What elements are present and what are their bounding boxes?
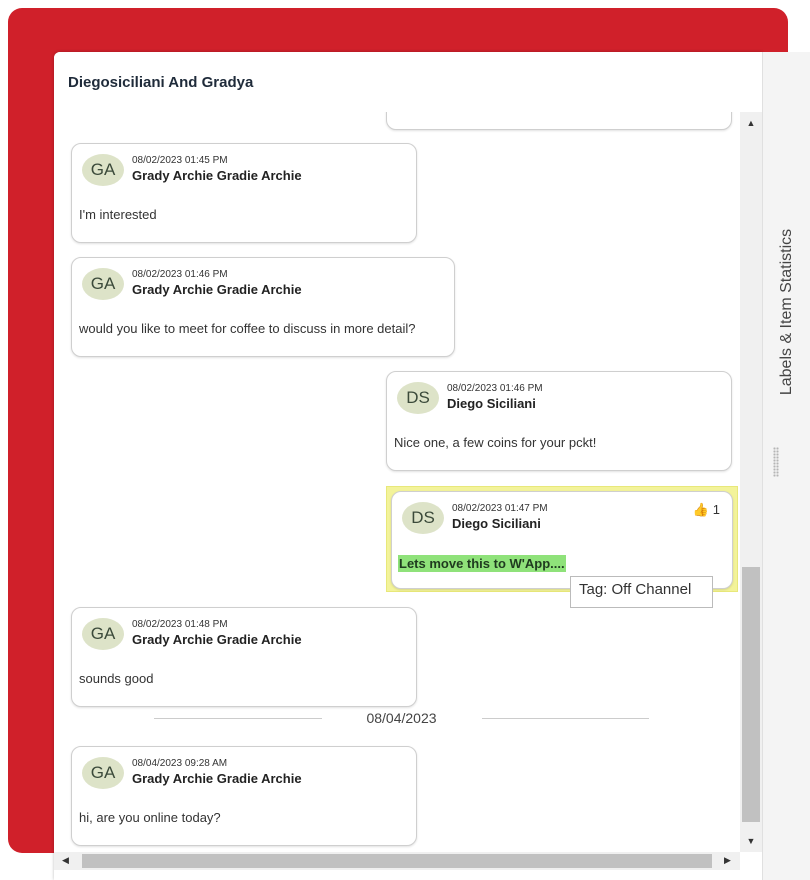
vertical-scroll-thumb[interactable] — [742, 567, 760, 822]
message-sender: Diego Siciliani — [447, 396, 536, 411]
message-sender: Grady Archie Gradie Archie — [132, 282, 302, 297]
resize-grip-icon[interactable] — [773, 447, 779, 477]
message-card[interactable]: GA 08/04/2023 09:28 AM Grady Archie Grad… — [71, 746, 417, 846]
message-card[interactable]: GA 08/02/2023 01:45 PM Grady Archie Grad… — [71, 143, 417, 243]
side-panel-label[interactable]: Labels & Item Statistics — [778, 229, 796, 395]
message-sender: Grady Archie Gradie Archie — [132, 771, 302, 786]
thumbs-up-icon: 👍 — [692, 502, 709, 517]
avatar: DS — [402, 502, 444, 534]
message-timestamp: 08/02/2023 01:46 PM — [447, 383, 543, 394]
avatar: GA — [82, 268, 124, 300]
message-sender: Grady Archie Gradie Archie — [132, 168, 302, 183]
scroll-right-icon[interactable]: ▶ — [724, 855, 731, 866]
horizontal-scrollbar[interactable]: ◀ ▶ — [54, 852, 740, 870]
conversation-title: Diegosiciliani And Gradya — [68, 74, 254, 91]
message-timestamp: 08/02/2023 01:47 PM — [452, 503, 548, 514]
avatar: GA — [82, 757, 124, 789]
message-sender: Grady Archie Gradie Archie — [132, 632, 302, 647]
message-card[interactable]: DS 08/02/2023 01:46 PM Diego Siciliani N… — [386, 371, 732, 471]
avatar: GA — [82, 154, 124, 186]
reaction-count: 1 — [712, 502, 720, 517]
message-card[interactable]: GA 08/02/2023 01:48 PM Grady Archie Grad… — [71, 607, 417, 707]
message-card[interactable]: GA 08/02/2023 01:46 PM Grady Archie Grad… — [71, 257, 455, 357]
message-text: Lets move this to W'App.... — [398, 555, 566, 572]
avatar: GA — [82, 618, 124, 650]
tag-tooltip: Tag: Off Channel — [570, 576, 713, 608]
message-timestamp: 08/02/2023 01:45 PM — [132, 155, 228, 166]
scroll-left-icon[interactable]: ◀ — [62, 855, 69, 866]
message-card: DS 08/02/2023 01:47 PM Diego Siciliani 👍… — [391, 491, 733, 589]
vertical-scrollbar[interactable]: ▲ ▼ — [740, 112, 762, 852]
reaction-badge[interactable]: 👍 1 — [693, 502, 720, 518]
message-text: would you like to meet for coffee to dis… — [79, 321, 416, 336]
highlighted-phrase: Lets move this to W'App.... — [398, 555, 566, 572]
message-text: sounds good — [79, 671, 154, 686]
conversation-window: Diegosiciliani And Gradya GA 08/02/2023 … — [54, 52, 762, 880]
date-separator: 08/04/2023 — [154, 708, 649, 728]
message-text: hi, are you online today? — [79, 810, 221, 825]
message-timestamp: 08/02/2023 01:48 PM — [132, 619, 228, 630]
message-card-partial — [386, 112, 732, 130]
conversation-header: Diegosiciliani And Gradya — [54, 52, 762, 113]
message-text: I'm interested — [79, 207, 157, 222]
message-timestamp: 08/04/2023 09:28 AM — [132, 758, 228, 769]
message-sender: Diego Siciliani — [452, 516, 541, 531]
avatar: DS — [397, 382, 439, 414]
scroll-up-icon[interactable]: ▲ — [740, 118, 762, 128]
scroll-down-icon[interactable]: ▼ — [740, 836, 762, 846]
message-timestamp: 08/02/2023 01:46 PM — [132, 269, 228, 280]
side-panel[interactable]: Labels & Item Statistics — [762, 52, 810, 880]
horizontal-scroll-thumb[interactable] — [82, 854, 712, 868]
message-text: Nice one, a few coins for your pckt! — [394, 435, 597, 450]
separator-line-right — [482, 718, 649, 719]
message-list[interactable]: GA 08/02/2023 01:45 PM Grady Archie Grad… — [54, 112, 740, 852]
